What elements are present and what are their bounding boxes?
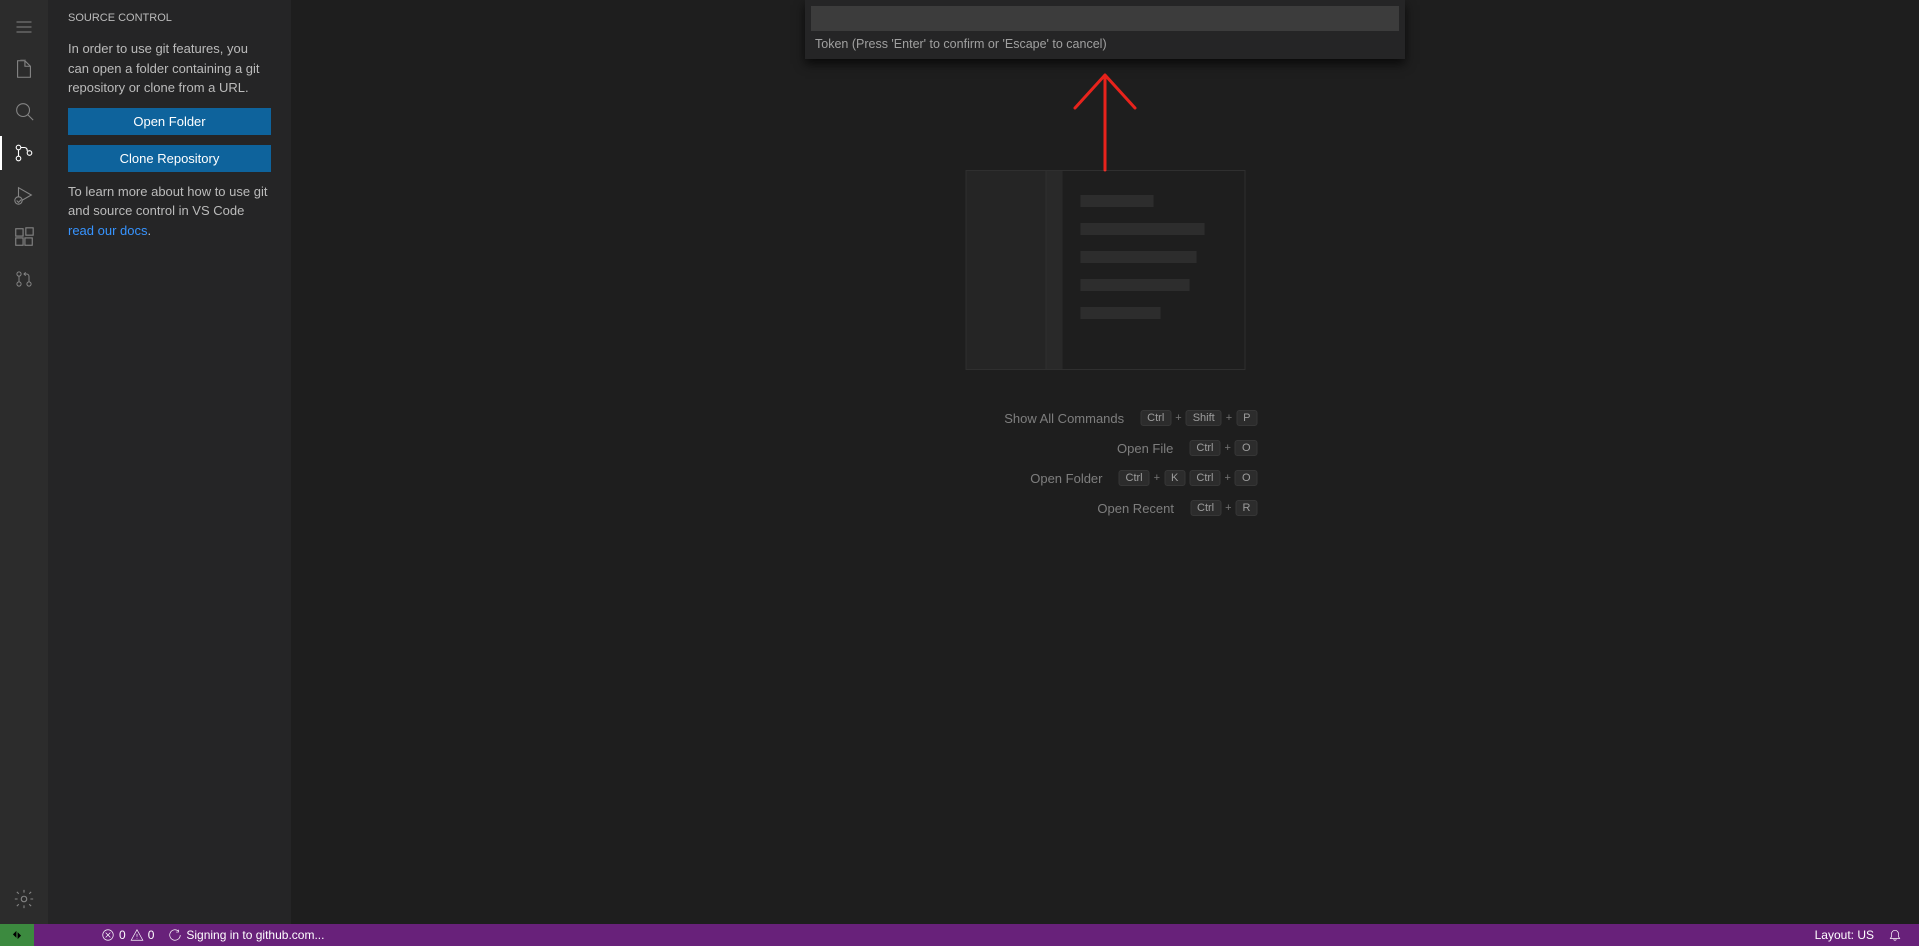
status-layout[interactable]: Layout: US <box>1808 924 1881 946</box>
key-ctrl: Ctrl <box>1119 470 1150 486</box>
quick-input-widget: Token (Press 'Enter' to confirm or 'Esca… <box>805 0 1405 59</box>
read-docs-link[interactable]: read our docs <box>68 223 148 238</box>
key-ctrl: Ctrl <box>1189 470 1220 486</box>
shortcut-keys: Ctrl + Shift + P <box>1140 410 1257 426</box>
activity-bar <box>0 0 48 924</box>
key-separator: + <box>1225 442 1231 454</box>
shortcut-label: Open Recent <box>1024 501 1174 516</box>
key-shift: Shift <box>1186 410 1222 426</box>
key-r: R <box>1236 500 1258 516</box>
welcome-shortcuts: Show All Commands Ctrl + Shift + P Open File Ct… <box>953 410 1258 530</box>
shortcut-row: Open Recent Ctrl + R <box>953 500 1258 516</box>
sidebar: Source Control In order to use git featu… <box>48 0 291 924</box>
manage-gear-icon[interactable] <box>0 878 48 920</box>
key-separator: + <box>1225 502 1231 514</box>
github-pr-icon[interactable] <box>0 258 48 300</box>
quick-input-hint: Token (Press 'Enter' to confirm or 'Esca… <box>811 31 1399 53</box>
shortcut-keys: Ctrl + R <box>1190 500 1258 516</box>
shortcut-row: Open File Ctrl + O <box>953 440 1258 456</box>
status-notifications-icon[interactable] <box>1881 924 1909 946</box>
key-separator: + <box>1175 412 1181 424</box>
status-signing-label: Signing in to github.com... <box>186 928 324 942</box>
status-problems[interactable]: 0 0 <box>94 924 161 946</box>
menu-icon[interactable] <box>0 6 48 48</box>
shortcut-keys: Ctrl + O <box>1189 440 1257 456</box>
scm-description: In order to use git features, you can op… <box>68 39 271 98</box>
key-ctrl: Ctrl <box>1140 410 1171 426</box>
key-separator: + <box>1154 472 1160 484</box>
shortcut-row: Open FolderCtrl+KCtrl+O <box>953 470 1258 486</box>
shortcut-keys: Ctrl+KCtrl+O <box>1119 470 1258 486</box>
scm-learn-more: To learn more about how to use git and s… <box>68 182 271 241</box>
token-input[interactable] <box>811 6 1399 31</box>
clone-repository-button[interactable]: Clone Repository <box>68 145 271 172</box>
search-icon[interactable] <box>0 90 48 132</box>
key-o: O <box>1235 470 1258 486</box>
status-warnings-count: 0 <box>148 928 155 942</box>
editor-area: Token (Press 'Enter' to confirm or 'Esca… <box>291 0 1919 924</box>
explorer-icon[interactable] <box>0 48 48 90</box>
key-o: O <box>1235 440 1258 456</box>
key-ctrl: Ctrl <box>1190 500 1221 516</box>
source-control-icon[interactable] <box>0 132 48 174</box>
key-p: P <box>1236 410 1257 426</box>
remote-indicator[interactable] <box>0 924 34 946</box>
shortcut-label: Open File <box>1023 441 1173 456</box>
shortcut-label: Show All Commands <box>974 411 1124 426</box>
key-k: K <box>1164 470 1185 486</box>
status-errors-count: 0 <box>119 928 126 942</box>
annotation-arrow-icon <box>1060 70 1150 175</box>
status-layout-label: Layout: US <box>1815 928 1874 942</box>
status-bar: 0 0 Signing in to github.com... Layout: … <box>0 924 1919 946</box>
sidebar-title: Source Control <box>48 0 291 35</box>
open-folder-button[interactable]: Open Folder <box>68 108 271 135</box>
status-signing-in[interactable]: Signing in to github.com... <box>161 924 331 946</box>
scm-learn-text: To learn more about how to use git and s… <box>68 184 267 219</box>
shortcut-label: Open Folder <box>953 471 1103 486</box>
shortcut-row: Show All Commands Ctrl + Shift + P <box>953 410 1258 426</box>
debug-icon[interactable] <box>0 174 48 216</box>
extensions-icon[interactable] <box>0 216 48 258</box>
key-separator: + <box>1226 412 1232 424</box>
key-ctrl: Ctrl <box>1189 440 1220 456</box>
editor-watermark-icon <box>965 170 1245 370</box>
key-separator: + <box>1225 472 1231 484</box>
